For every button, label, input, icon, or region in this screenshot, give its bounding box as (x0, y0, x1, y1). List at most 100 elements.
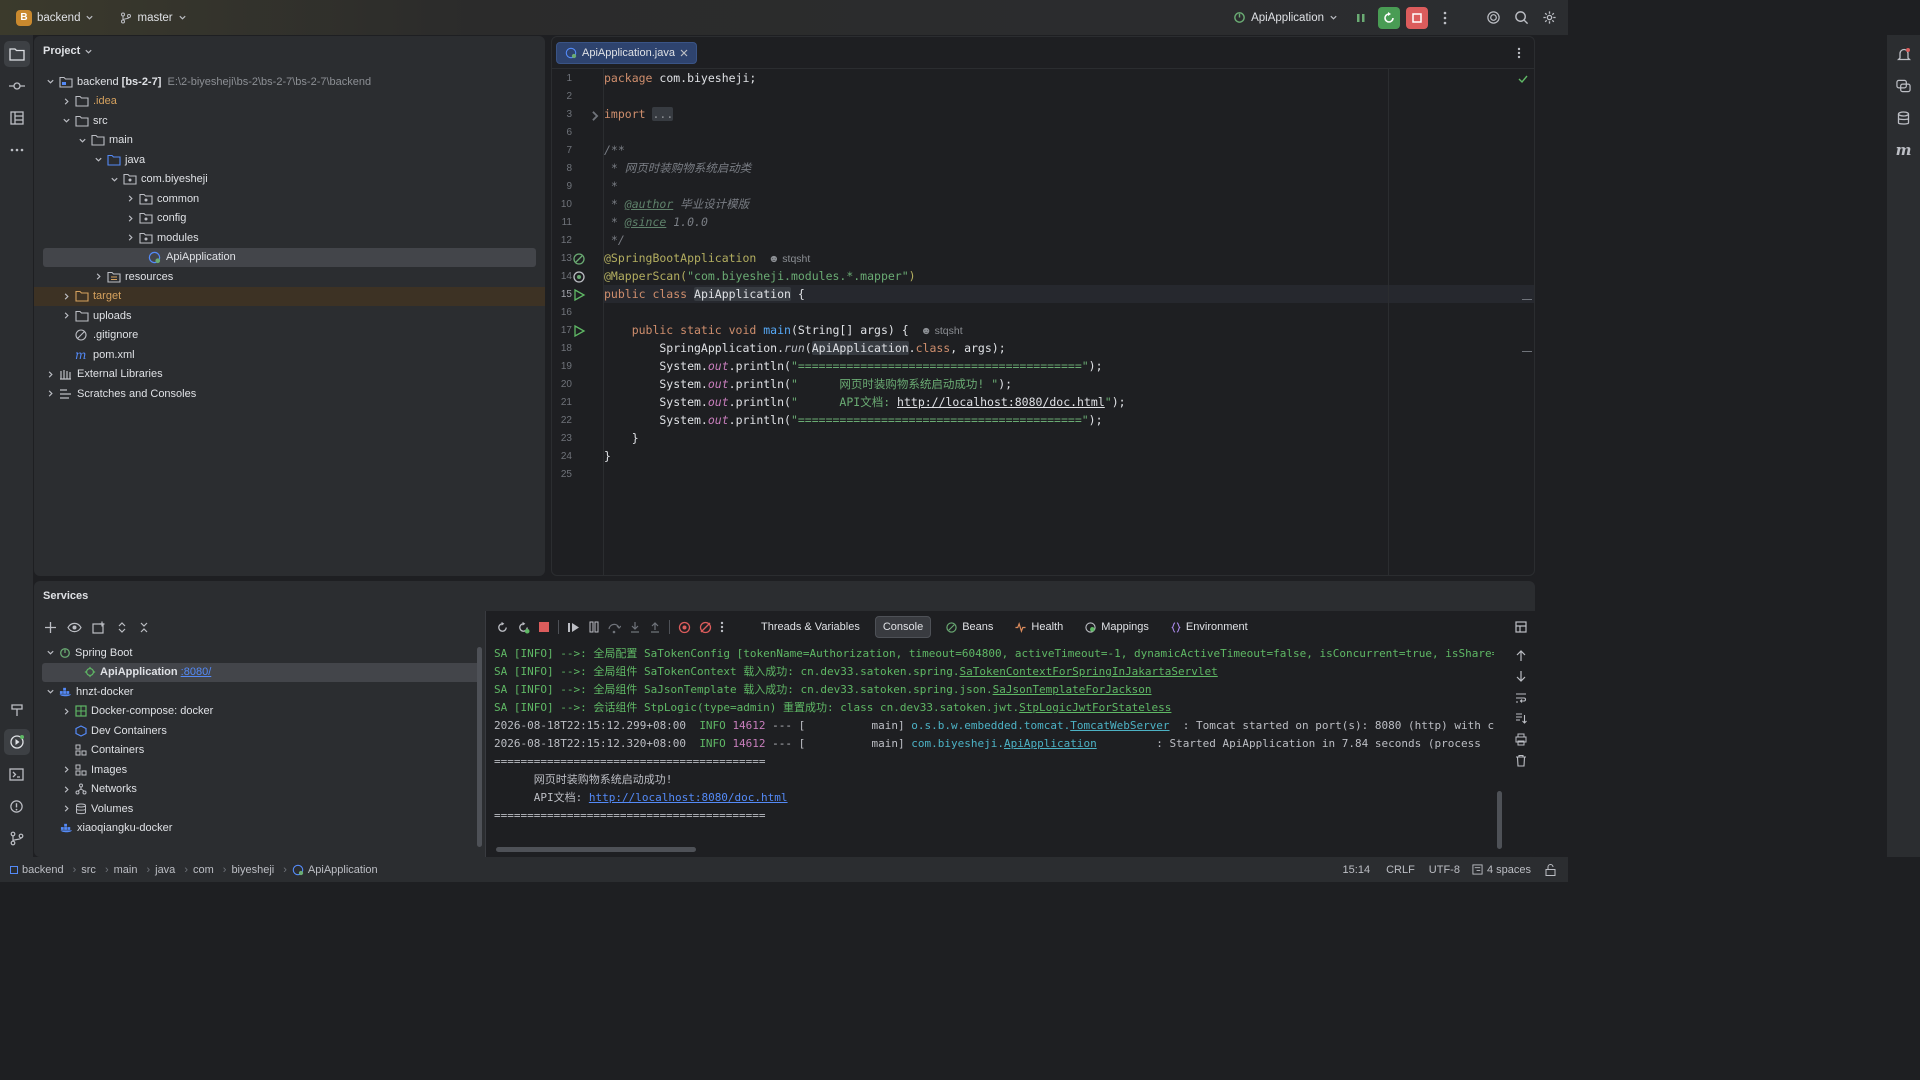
breadcrumb-item[interactable]: biyesheji (231, 864, 274, 876)
fold-chevron-icon[interactable] (588, 109, 602, 123)
close-icon[interactable] (680, 49, 688, 57)
scroll-down-icon[interactable] (1515, 670, 1527, 683)
folded-imports[interactable]: ... (652, 107, 674, 121)
svc-hnzt-docker[interactable]: hnzt-docker (34, 682, 482, 702)
project-switcher[interactable]: B backend (10, 5, 100, 31)
debug-icon[interactable] (1350, 7, 1372, 29)
services-tree-scrollbar[interactable] (477, 647, 482, 847)
problems-icon[interactable] (4, 793, 30, 819)
mute-breakpoints-icon[interactable] (699, 621, 712, 634)
more-tools-icon[interactable] (4, 137, 30, 163)
search-icon[interactable] (1510, 7, 1532, 29)
clear-trash-icon[interactable] (1515, 754, 1527, 767)
eye-icon[interactable] (67, 621, 82, 634)
console-class-link[interactable]: SaJsonTemplateForJackson (993, 683, 1152, 696)
services-icon[interactable] (3, 729, 30, 755)
terminal-icon[interactable] (4, 761, 30, 787)
tree-item-main[interactable]: main (34, 131, 545, 151)
add-service-icon[interactable] (44, 621, 57, 634)
layout-icon[interactable] (1515, 621, 1527, 633)
tree-item-pom[interactable]: m pom.xml (34, 345, 545, 365)
run-gutter-icon[interactable] (572, 288, 586, 302)
collapse-all-icon[interactable] (138, 621, 150, 634)
tree-item-api-application[interactable]: ApiApplication (43, 247, 536, 267)
pause-icon[interactable] (588, 621, 600, 633)
tab-mappings[interactable]: Mappings (1078, 616, 1156, 638)
build-hammer-icon[interactable] (4, 697, 30, 723)
breadcrumb-item[interactable]: backend (10, 864, 64, 876)
notifications-bell-icon[interactable] (1891, 41, 1917, 67)
maven-icon[interactable]: m (1891, 137, 1917, 163)
svc-api-application[interactable]: ApiApplication :8080/ (42, 662, 482, 682)
tab-environment[interactable]: Environment (1164, 616, 1255, 638)
code-area[interactable]: package com.biyesheji; import ... /** * … (604, 69, 1534, 575)
tree-item-gitignore[interactable]: .gitignore (34, 326, 545, 346)
unlock-icon[interactable] (1545, 863, 1556, 876)
no-problems-check-icon[interactable] (1518, 74, 1528, 84)
stop-icon[interactable] (1406, 6, 1428, 29)
commit-icon[interactable] (4, 73, 30, 99)
doc-link[interactable]: http://localhost:8080/doc.html (897, 395, 1105, 409)
project-panel-header[interactable]: Project (34, 36, 545, 66)
svc-spring-boot[interactable]: Spring Boot (34, 643, 482, 663)
new-tab-icon[interactable] (92, 621, 106, 634)
breadcrumb-item[interactable]: ApiApplication (292, 864, 378, 876)
project-tool-folder-icon[interactable] (3, 41, 30, 67)
tree-item-java[interactable]: java (34, 150, 545, 170)
breadcrumb-item[interactable]: main (114, 864, 138, 876)
rerun-icon[interactable] (1378, 6, 1400, 29)
editor-more-icon[interactable] (1508, 42, 1530, 64)
tree-item-package[interactable]: com.biyesheji (34, 170, 545, 190)
ai-assistant-icon[interactable] (1482, 7, 1504, 29)
tree-item-scratches[interactable]: Scratches and Consoles (34, 384, 545, 404)
print-icon[interactable] (1515, 733, 1527, 746)
rerun-spring-icon[interactable] (517, 621, 530, 634)
svc-port-link[interactable]: :8080/ (181, 666, 212, 678)
spring-bean-gutter-icon[interactable] (572, 270, 586, 284)
console-h-scrollbar[interactable] (496, 847, 696, 852)
svc-xiaoqiangku-docker[interactable]: xiaoqiangku-docker (34, 819, 482, 839)
console-class-link[interactable]: ApiApplication (1004, 737, 1097, 750)
tree-item-idea[interactable]: .idea (34, 92, 545, 112)
tab-beans[interactable]: Beans (939, 616, 1000, 638)
stop-icon[interactable] (538, 621, 550, 633)
tree-item-backend[interactable]: backend [bs-2-7] E:\2-biyesheji\bs-2\bs-… (34, 72, 545, 92)
spring-bean-gutter-icon[interactable] (572, 252, 586, 266)
scroll-to-end-icon[interactable] (1515, 712, 1527, 725)
tree-item-src[interactable]: src (34, 111, 545, 131)
svc-networks[interactable]: Networks (34, 780, 482, 800)
console-class-link[interactable]: TomcatWebServer (1070, 719, 1169, 732)
svc-dev-containers[interactable]: Dev Containers (34, 721, 482, 741)
console-output[interactable]: SA [INFO] -->: 全局配置 SaTokenConfig [token… (486, 643, 1496, 849)
step-out-icon[interactable] (649, 621, 661, 634)
console-class-link[interactable]: StpLogicJwtForStateless (1019, 701, 1171, 714)
breadcrumb-item[interactable]: src (81, 864, 96, 876)
tab-health[interactable]: Health (1008, 616, 1070, 638)
scroll-up-icon[interactable] (1515, 649, 1527, 662)
tree-item-config[interactable]: config (34, 209, 545, 229)
more-icon[interactable] (1434, 7, 1456, 29)
database-icon[interactable] (1891, 105, 1917, 131)
svc-docker-compose[interactable]: Docker-compose: docker (34, 702, 482, 722)
indent-setting[interactable]: 4 spaces (1472, 864, 1531, 876)
ai-chat-icon[interactable] (1891, 73, 1917, 99)
tree-item-uploads[interactable]: uploads (34, 306, 545, 326)
svc-volumes[interactable]: Volumes (34, 799, 482, 819)
run-config-selector[interactable]: ApiApplication (1227, 5, 1344, 31)
resume-icon[interactable] (567, 621, 580, 634)
tree-item-target[interactable]: target (34, 286, 545, 306)
breadcrumb-item[interactable]: java (155, 864, 175, 876)
tree-item-common[interactable]: common (34, 189, 545, 209)
step-over-icon[interactable] (608, 621, 621, 634)
file-encoding[interactable]: UTF-8 (1429, 864, 1460, 876)
svc-containers[interactable]: Containers (34, 741, 482, 761)
rerun-icon[interactable] (496, 621, 509, 634)
svc-images[interactable]: Images (34, 760, 482, 780)
step-into-icon[interactable] (629, 621, 641, 634)
expand-all-icon[interactable] (116, 621, 128, 634)
structure-icon[interactable] (4, 105, 30, 131)
tree-item-modules[interactable]: modules (34, 228, 545, 248)
tab-threads-variables[interactable]: Threads & Variables (754, 616, 867, 638)
console-v-scrollbar[interactable] (1497, 791, 1502, 849)
git-icon[interactable] (4, 825, 30, 851)
